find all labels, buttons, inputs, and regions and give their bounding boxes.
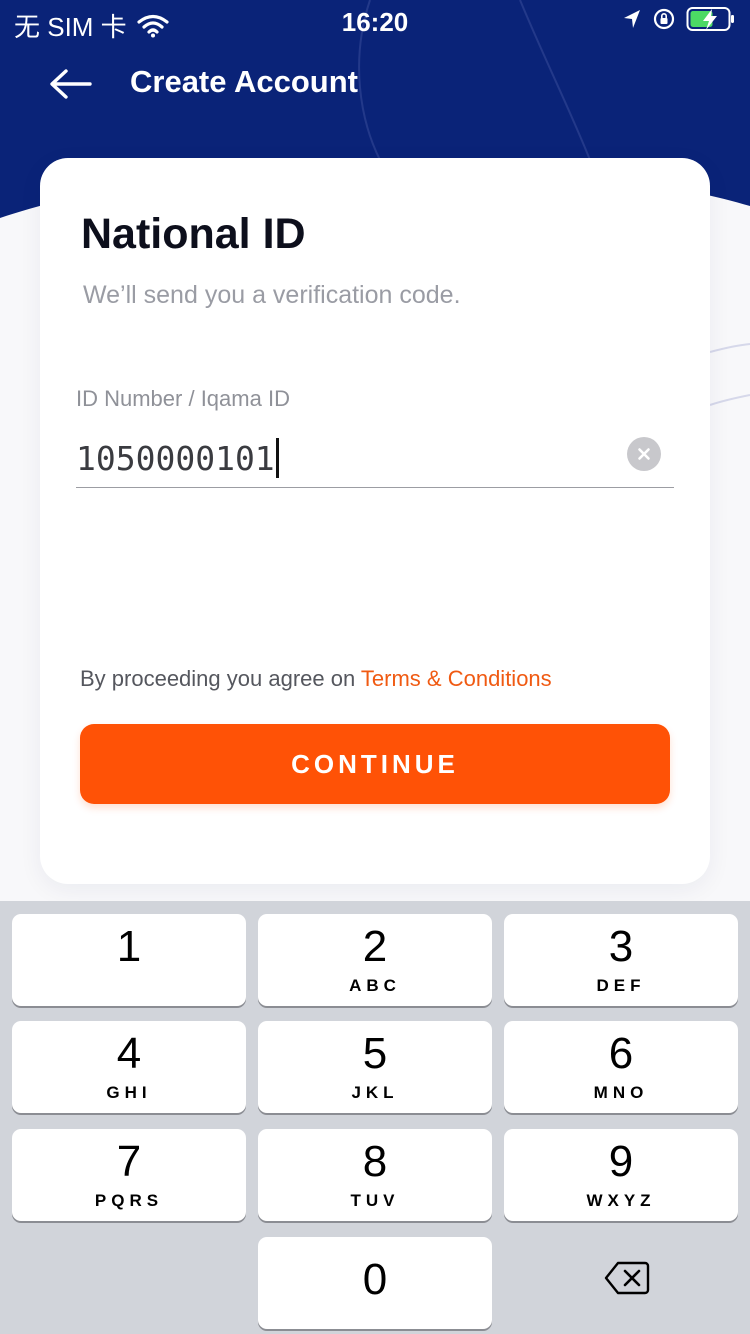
key-letters: GHI	[106, 1083, 152, 1102]
key-digit: 7	[116, 1137, 142, 1186]
terms-link[interactable]: Terms & Conditions	[361, 666, 552, 691]
id-number-value: 1050000101	[76, 438, 275, 478]
delete-key[interactable]	[604, 1261, 650, 1295]
delete-key-icon	[604, 1261, 650, 1295]
key-9[interactable]: 9 WXYZ	[504, 1129, 738, 1221]
key-digit: 8	[362, 1137, 388, 1186]
key-letters: TUV	[350, 1191, 400, 1210]
key-letters: MNO	[593, 1083, 649, 1102]
input-underline	[76, 487, 674, 488]
key-digit: 6	[608, 1029, 634, 1078]
battery-charging-icon	[686, 7, 734, 31]
orientation-lock-icon	[653, 8, 675, 30]
terms-text: By proceeding you agree on Terms & Condi…	[80, 666, 552, 692]
national-id-card: National ID We’ll send you a verificatio…	[40, 158, 710, 884]
key-5[interactable]: 5 JKL	[258, 1021, 492, 1113]
key-2[interactable]: 2 ABC	[258, 914, 492, 1006]
back-arrow-icon	[50, 69, 92, 99]
key-digit: 0	[362, 1255, 388, 1304]
key-8[interactable]: 8 TUV	[258, 1129, 492, 1221]
back-button[interactable]	[44, 62, 100, 106]
key-digit: 9	[608, 1137, 634, 1186]
clear-icon	[638, 448, 650, 460]
status-icons	[622, 6, 736, 32]
key-4[interactable]: 4 GHI	[12, 1021, 246, 1113]
continue-button[interactable]: CONTINUE	[80, 724, 670, 804]
key-0[interactable]: 0	[258, 1237, 492, 1329]
key-3[interactable]: 3 DEF	[504, 914, 738, 1006]
key-digit: 5	[362, 1029, 388, 1078]
screen: 无 SIM 卡 16:20 Create Account National ID…	[0, 0, 750, 1334]
clear-input-button[interactable]	[627, 437, 661, 471]
key-1[interactable]: 1	[12, 914, 246, 1006]
key-letters: ABC	[349, 976, 401, 995]
key-6[interactable]: 6 MNO	[504, 1021, 738, 1113]
status-bar: 无 SIM 卡 16:20	[0, 0, 750, 42]
key-digit: 4	[116, 1029, 142, 1078]
text-caret	[275, 438, 279, 478]
id-number-input[interactable]: 1050000101	[76, 428, 674, 488]
key-digit: 2	[362, 922, 388, 971]
location-arrow-icon	[624, 10, 640, 28]
key-digit: 1	[116, 922, 142, 971]
terms-prefix: By proceeding you agree on	[80, 666, 361, 691]
key-letters: DEF	[596, 976, 646, 995]
key-7[interactable]: 7 PQRS	[12, 1129, 246, 1221]
key-letters: WXYZ	[586, 1191, 656, 1210]
key-letters: JKL	[351, 1083, 399, 1102]
id-field-label: ID Number / Iqama ID	[76, 386, 290, 411]
card-subtitle: We’ll send you a verification code.	[83, 281, 461, 309]
page-title: Create Account	[130, 64, 358, 99]
numeric-keyboard: 1 2 ABC 3 DEF 4 GHI 5 JKL 6 MNO 7 PQRS 8	[0, 901, 750, 1334]
key-letters: PQRS	[94, 1191, 164, 1210]
card-title: National ID	[81, 210, 306, 258]
key-digit: 3	[608, 922, 634, 971]
